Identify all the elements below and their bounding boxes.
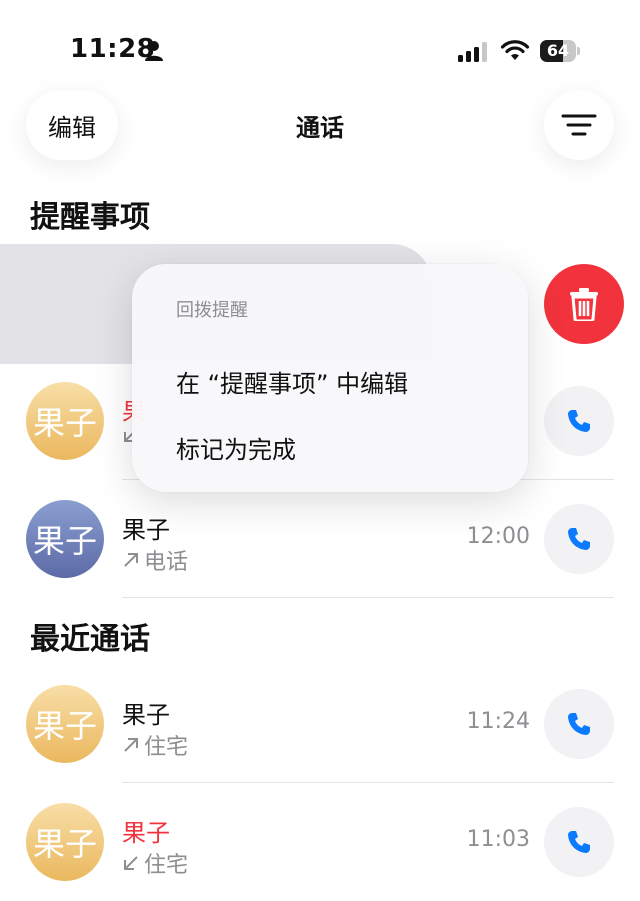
call-button[interactable] bbox=[544, 386, 614, 456]
filter-button[interactable] bbox=[544, 90, 614, 160]
filter-lines-icon bbox=[561, 114, 597, 136]
call-type: 住宅 bbox=[122, 729, 188, 761]
edit-button[interactable]: 编辑 bbox=[26, 90, 118, 160]
phone-icon bbox=[568, 410, 590, 432]
battery-indicator: 64 bbox=[540, 40, 580, 62]
avatar: 果子 bbox=[26, 382, 104, 460]
arrow-up-right-icon bbox=[124, 553, 138, 567]
avatar-initials: 果子 bbox=[32, 522, 97, 560]
context-menu-header: 回拨提醒 bbox=[176, 300, 248, 321]
reminder-row[interactable]: 果子 果子 电话 12:00 bbox=[0, 480, 640, 598]
avatar-initials: 果子 bbox=[32, 707, 97, 745]
section-title-reminders: 提醒事项 bbox=[30, 200, 150, 235]
call-button[interactable] bbox=[544, 504, 614, 574]
call-type-label: 电话 bbox=[144, 550, 189, 575]
call-time: 11:03 bbox=[466, 827, 530, 852]
section-title-recents: 最近通话 bbox=[30, 622, 150, 657]
battery-percent: 64 bbox=[546, 41, 570, 60]
status-bar: 11:28 64 bbox=[0, 0, 640, 100]
call-type: 住宅 bbox=[122, 847, 188, 879]
call-button[interactable] bbox=[544, 807, 614, 877]
avatar: 果子 bbox=[26, 803, 104, 881]
arrow-down-left-icon bbox=[124, 856, 138, 870]
phone-icon bbox=[568, 528, 590, 550]
call-type: 电话 bbox=[122, 544, 188, 576]
context-menu: 回拨提醒 在 “提醒事项” 中编辑 标记为完成 bbox=[132, 264, 528, 492]
trash-icon bbox=[570, 288, 598, 321]
contact-name: 果子 bbox=[122, 516, 170, 544]
delete-button[interactable] bbox=[544, 264, 624, 344]
call-time: 12:00 bbox=[466, 524, 530, 549]
call-button[interactable] bbox=[544, 689, 614, 759]
call-time: 11:24 bbox=[466, 709, 530, 734]
phone-icon bbox=[568, 713, 590, 735]
arrow-up-right-icon bbox=[124, 738, 138, 752]
avatar-initials: 果子 bbox=[32, 404, 97, 442]
wifi-icon bbox=[500, 40, 530, 60]
row-divider bbox=[122, 597, 614, 598]
avatar: 果子 bbox=[26, 685, 104, 763]
contact-name: 果子 bbox=[122, 819, 170, 847]
avatar-initials: 果子 bbox=[32, 825, 97, 863]
recent-row[interactable]: 果子 果子 住宅 11:03 bbox=[0, 783, 640, 901]
edit-button-label: 编辑 bbox=[48, 113, 96, 142]
status-time: 11:28 bbox=[70, 34, 156, 64]
recent-row[interactable]: 果子 果子 住宅 11:24 bbox=[0, 665, 640, 783]
menu-item-mark-complete[interactable]: 标记为完成 bbox=[176, 430, 296, 465]
cellular-signal-icon bbox=[458, 42, 487, 62]
menu-item-edit-in-reminders[interactable]: 在 “提醒事项” 中编辑 bbox=[176, 364, 408, 399]
person-icon bbox=[145, 41, 163, 61]
phone-icon bbox=[568, 831, 590, 853]
call-type-label: 住宅 bbox=[144, 853, 189, 878]
avatar: 果子 bbox=[26, 500, 104, 578]
call-type-label: 住宅 bbox=[144, 735, 189, 760]
contact-name: 果子 bbox=[122, 701, 170, 729]
